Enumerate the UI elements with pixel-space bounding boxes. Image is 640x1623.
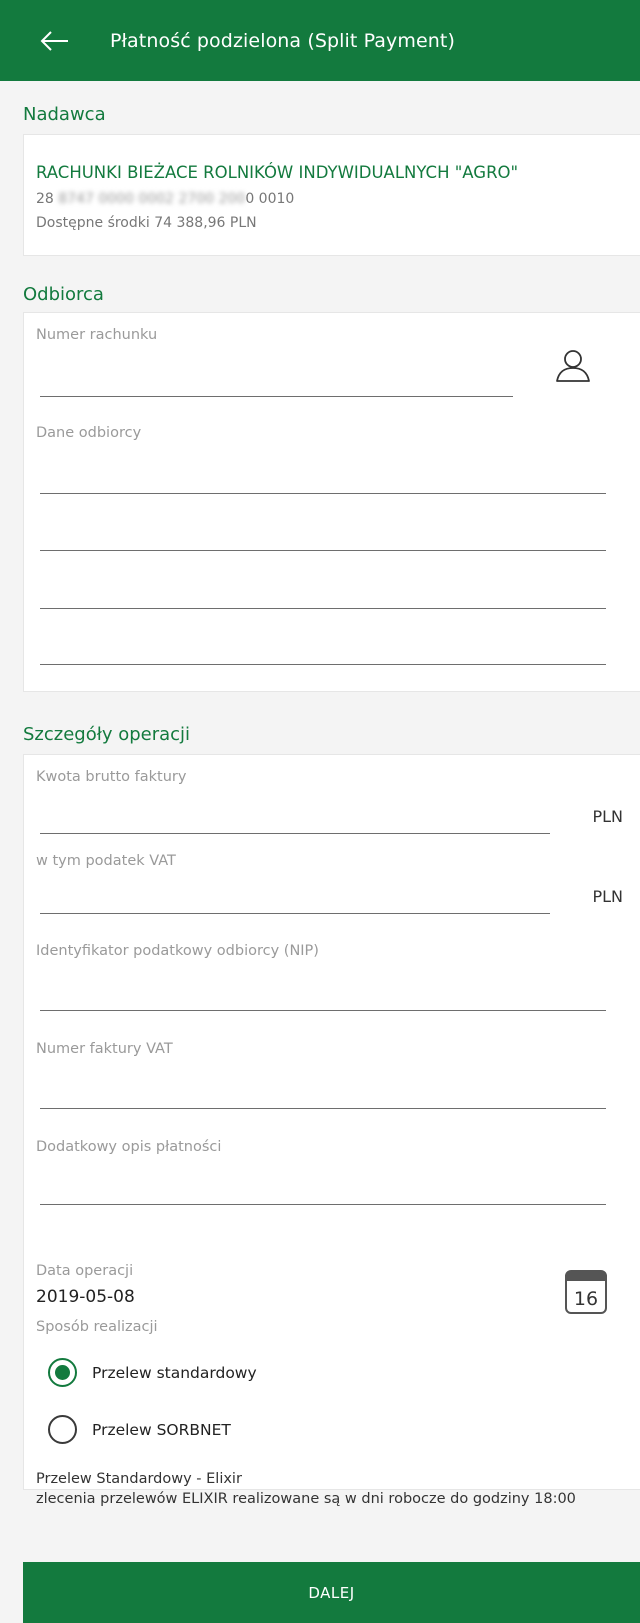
- recipient-data-underline-2: [40, 550, 606, 551]
- radio-sorbnet-label: Przelew SORBNET: [92, 1420, 231, 1439]
- section-title-sender: Nadawca: [23, 104, 106, 125]
- recipient-data-underline-4: [40, 664, 606, 665]
- gross-amount-input[interactable]: [40, 803, 549, 833]
- operation-date-label: Data operacji: [36, 1263, 134, 1279]
- radio-standard-label: Przelew standardowy: [92, 1363, 257, 1382]
- radio-selected-dot: [55, 1365, 70, 1380]
- nip-label: Identyfikator podatkowy odbiorcy (NIP): [36, 943, 319, 959]
- recipient-data-line-3[interactable]: [40, 577, 605, 607]
- back-button[interactable]: [0, 0, 110, 81]
- sender-account-number: 28 8747 0000 0002 2700 2000 0010: [36, 191, 294, 207]
- account-number-masked: 8747 0000 0002 2700 200: [58, 191, 246, 207]
- method-label: Sposób realizacji: [36, 1319, 158, 1335]
- recipient-data-underline-1: [40, 493, 606, 494]
- recipient-data-line-4[interactable]: [40, 633, 605, 663]
- vat-underline: [40, 913, 550, 914]
- gross-amount-label: Kwota brutto faktury: [36, 769, 187, 785]
- radio-sorbnet-indicator[interactable]: [48, 1415, 77, 1444]
- vat-label: w tym podatek VAT: [36, 853, 176, 869]
- payment-description-label: Dodatkowy opis płatności: [36, 1139, 222, 1155]
- transfer-info-description: zlecenia przelewów ELIXIR realizowane są…: [36, 1491, 576, 1507]
- page-title: Płatność podzielona (Split Payment): [110, 29, 455, 52]
- nip-input[interactable]: [40, 979, 605, 1009]
- account-number-underline: [40, 396, 513, 397]
- gross-amount-currency: PLN: [592, 807, 623, 826]
- user-icon: [556, 350, 590, 382]
- app-bar: Płatność podzielona (Split Payment): [0, 0, 640, 81]
- recipient-card: Numer rachunku Dane odbiorcy: [23, 312, 640, 692]
- available-funds: Dostępne środki 74 388,96 PLN: [36, 215, 257, 231]
- invoice-number-underline: [40, 1108, 606, 1109]
- account-number-label: Numer rachunku: [36, 327, 158, 343]
- radio-standard-indicator[interactable]: [48, 1358, 77, 1387]
- section-title-details: Szczegóły operacji: [23, 724, 191, 745]
- recipient-data-line-2[interactable]: [40, 519, 605, 549]
- calendar-icon: 16: [565, 1270, 607, 1314]
- recipient-data-label: Dane odbiorcy: [36, 425, 142, 441]
- invoice-number-label: Numer faktury VAT: [36, 1041, 173, 1057]
- account-number-prefix: 28: [36, 191, 59, 207]
- calendar-button[interactable]: 16: [564, 1267, 608, 1319]
- account-number-input[interactable]: [40, 365, 512, 395]
- gross-amount-underline: [40, 833, 550, 834]
- recipient-data-line-1[interactable]: [40, 463, 605, 493]
- details-card: Kwota brutto faktury PLN w tym podatek V…: [23, 754, 640, 1507]
- arrow-left-icon: [40, 30, 68, 51]
- recipient-data-underline-3: [40, 608, 606, 609]
- contacts-button[interactable]: [554, 347, 592, 389]
- calendar-day: 16: [574, 1288, 598, 1310]
- section-title-recipient: Odbiorca: [23, 284, 104, 305]
- operation-date-value[interactable]: 2019-05-08: [36, 1287, 135, 1307]
- radio-sorbnet-transfer[interactable]: Przelew SORBNET: [48, 1415, 231, 1444]
- transfer-info-title: Przelew Standardowy - Elixir: [36, 1471, 242, 1487]
- nip-underline: [40, 1010, 606, 1011]
- next-button[interactable]: DALEJ: [23, 1562, 640, 1623]
- payment-description-input[interactable]: [40, 1173, 605, 1203]
- invoice-number-input[interactable]: [40, 1077, 605, 1107]
- sender-account-name: RACHUNKI BIEŻACE ROLNIKÓW INDYWIDUALNYCH…: [36, 163, 519, 182]
- radio-standard-transfer[interactable]: Przelew standardowy: [48, 1358, 257, 1387]
- account-number-suffix: 0 0010: [245, 191, 295, 207]
- payment-description-underline: [40, 1204, 606, 1205]
- sender-card[interactable]: RACHUNKI BIEŻACE ROLNIKÓW INDYWIDUALNYCH…: [23, 134, 640, 256]
- vat-currency: PLN: [592, 887, 623, 906]
- vat-input[interactable]: [40, 883, 549, 913]
